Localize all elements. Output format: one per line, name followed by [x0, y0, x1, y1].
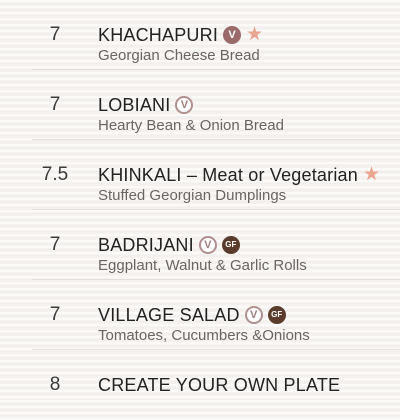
vegetarian-badge-icon: V [244, 306, 263, 324]
menu-list: 7 KHACHAPURI V ★ Georgian Cheese Bread 7… [0, 0, 400, 400]
favorite-star-icon: ★ [246, 24, 264, 45]
menu-item-title-line: CREATE YOUR OWN PLATE [98, 374, 340, 396]
menu-item-price: 7 [49, 234, 61, 255]
menu-item-price: 7 [49, 94, 61, 115]
menu-item-title-line: LOBIANI V [98, 94, 194, 116]
menu-item-badrijani[interactable]: 7 BADRIJANI V GF Eggplant, Walnut & Garl… [0, 210, 400, 280]
gluten-free-badge-icon: GF [221, 236, 240, 254]
menu-item-lobiani[interactable]: 7 LOBIANI V Hearty Bean & Onion Bread [0, 70, 400, 140]
menu-item-name: CREATE YOUR OWN PLATE [98, 375, 341, 395]
menu-item-village-salad[interactable]: 7 VILLAGE SALAD V GF Tomatoes, Cucumbers… [0, 280, 400, 350]
menu-item-name: KHACHAPURI [98, 25, 219, 45]
menu-item-khachapuri[interactable]: 7 KHACHAPURI V ★ Georgian Cheese Bread [0, 0, 400, 70]
menu-item-description: Stuffed Georgian Dumplings [98, 187, 287, 204]
menu-item-title-line: BADRIJANI V GF [98, 234, 240, 256]
menu-item-price: 7 [49, 304, 61, 325]
vegetarian-badge-icon: V [198, 236, 217, 254]
menu-item-name: VILLAGE SALAD [98, 305, 240, 325]
menu-item-description: Hearty Bean & Onion Bread [98, 117, 284, 134]
menu-item-price: 7.5 [41, 164, 69, 185]
menu-item-price: 7 [49, 24, 61, 45]
gluten-free-badge-icon: GF [267, 306, 286, 324]
vegetarian-badge-icon: V [175, 96, 194, 114]
menu-item-title-line: KHACHAPURI V ★ [98, 24, 263, 46]
menu-item-title-line: VILLAGE SALAD V GF [98, 304, 286, 326]
menu-item-title-line: KHINKALI – Meat or Vegetarian ★ [98, 164, 380, 186]
menu-item-name: BADRIJANI [98, 235, 194, 255]
menu-item-price: 8 [49, 374, 61, 395]
favorite-star-icon: ★ [362, 164, 380, 185]
menu-item-name: LOBIANI [98, 95, 171, 115]
menu-item-description: Eggplant, Walnut & Garlic Rolls [98, 257, 307, 274]
menu-item-description: Georgian Cheese Bread [98, 47, 260, 64]
menu-item-description: Tomatoes, Cucumbers &Onions [98, 327, 310, 344]
menu-item-create-your-own-plate[interactable]: 8 CREATE YOUR OWN PLATE [0, 350, 400, 420]
menu-item-name: KHINKALI – Meat or Vegetarian [98, 165, 358, 185]
vegetarian-badge-icon: V [223, 26, 242, 44]
menu-item-khinkali[interactable]: 7.5 KHINKALI – Meat or Vegetarian ★ Stuf… [0, 140, 400, 210]
